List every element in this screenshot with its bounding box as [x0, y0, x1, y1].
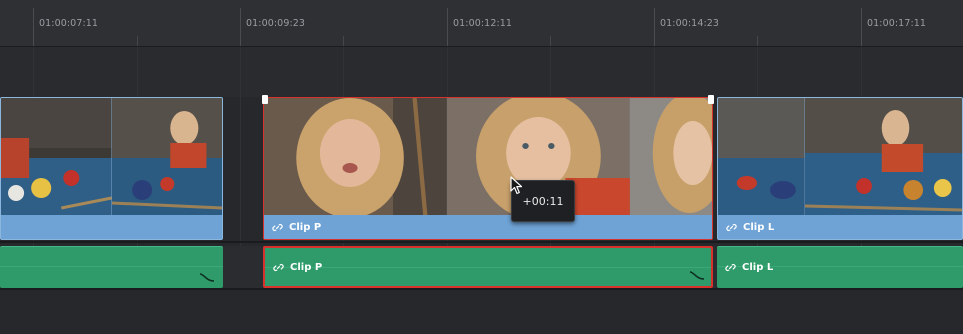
ruler-tick — [447, 8, 448, 46]
clip-thumbnails — [264, 98, 712, 216]
tooltip-offset-text: +00:11 — [522, 194, 564, 208]
clip-name: Clip L — [743, 221, 775, 233]
ruler-tick-minor — [343, 36, 344, 46]
ruler-tick — [861, 8, 862, 46]
audio-clip-left[interactable] — [0, 246, 223, 288]
clip-name: Clip L — [742, 262, 774, 273]
ruler-tick-minor — [757, 36, 758, 46]
thumbnail-woman-background — [111, 98, 222, 216]
thumbnail-pool-balls — [718, 98, 805, 216]
video-clip-left[interactable] — [0, 97, 223, 240]
trim-handle-left[interactable] — [262, 95, 268, 104]
audio-clip-divider — [265, 267, 711, 268]
video-clip-p[interactable]: Clip P — [263, 97, 713, 240]
clip-name: Clip P — [289, 221, 322, 233]
ruler-timecode: 01:00:07:11 — [39, 18, 99, 29]
trim-handle-right[interactable] — [708, 95, 714, 104]
link-icon — [273, 263, 284, 271]
audio-clip-p[interactable]: Clip P — [263, 246, 713, 288]
clip-label-bar: Clip L — [718, 215, 962, 239]
thumbnail-pool-table — [1, 98, 112, 216]
ruler-tick-minor — [137, 36, 138, 46]
ruler-tick — [33, 8, 34, 46]
audio-curve-icon — [199, 273, 215, 282]
empty-track-area[interactable] — [0, 290, 963, 334]
clip-label-bar: Clip P — [264, 215, 712, 239]
timeline-ruler[interactable]: 01:00:07:11 01:00:09:23 01:00:12:11 01:0… — [0, 0, 963, 47]
thumbnail-woman-blowing-kiss — [264, 98, 447, 216]
ruler-timecode: 01:00:12:11 — [453, 18, 513, 29]
empty-video-track[interactable] — [0, 47, 963, 97]
clip-thumbnails — [1, 98, 222, 216]
video-clip-l[interactable]: Clip L — [717, 97, 963, 240]
ruler-tick — [240, 8, 241, 46]
link-icon — [726, 223, 737, 231]
clip-thumbnails — [718, 98, 962, 216]
ruler-timecode: 01:00:17:11 — [867, 18, 927, 29]
ruler-timecode: 01:00:09:23 — [246, 18, 306, 29]
audio-clip-divider — [0, 266, 223, 267]
clip-name: Clip P — [290, 261, 323, 273]
audio-clip-l[interactable]: Clip L — [717, 246, 963, 288]
clip-label-bar — [1, 215, 222, 239]
thumbnail-woman-side — [629, 98, 712, 216]
thumbnail-woman-pool-table — [804, 98, 962, 216]
ruler-timecode: 01:00:14:23 — [660, 18, 720, 29]
track-separator — [0, 241, 963, 243]
arrow-cursor-icon — [510, 176, 523, 195]
audio-curve-icon — [689, 271, 705, 280]
ruler-tick — [654, 8, 655, 46]
link-icon — [725, 263, 736, 272]
ruler-tick-minor — [550, 36, 551, 46]
link-icon — [272, 223, 283, 231]
